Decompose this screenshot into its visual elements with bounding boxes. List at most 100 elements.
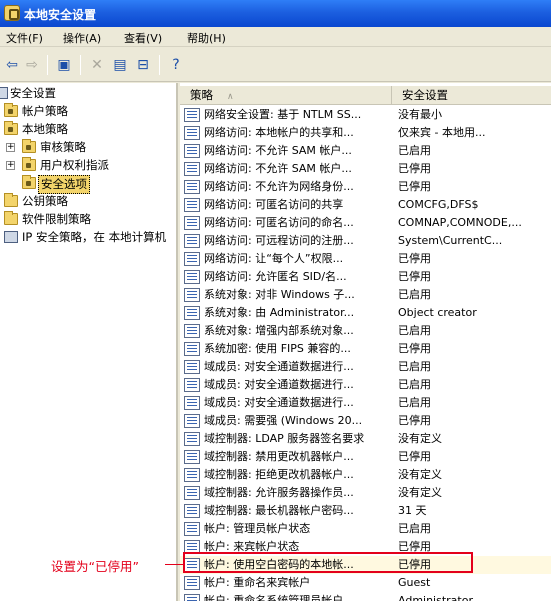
- tree-item-audit-policy[interactable]: + 审核策略: [6, 139, 176, 156]
- table-row[interactable]: 域控制器: 拒绝更改机器帐户... 没有定义: [180, 466, 551, 484]
- policy-setting: 已启用: [398, 144, 431, 157]
- help-icon[interactable]: ?: [166, 56, 186, 74]
- table-row[interactable]: 域成员: 需要强 (Windows 20... 已停用: [180, 412, 551, 430]
- table-row[interactable]: 域成员: 对安全通道数据进行... 已启用: [180, 358, 551, 376]
- policy-name: 网络访问: 可远程访问的注册...: [204, 234, 354, 247]
- tree-item-label: 软件限制策略: [22, 212, 91, 226]
- policy-setting: 已停用: [398, 342, 431, 355]
- folder-lock-icon: [4, 121, 18, 135]
- column-header-setting[interactable]: 安全设置: [392, 86, 551, 105]
- policy-name: 系统对象: 增强内部系统对象...: [204, 324, 354, 337]
- title-bar[interactable]: 本地安全设置: [0, 0, 551, 27]
- policy-name: 域成员: 对安全通道数据进行...: [204, 360, 354, 373]
- table-row[interactable]: 网络访问: 让“每个人”权限... 已停用: [180, 250, 551, 268]
- policy-setting: 已停用: [398, 162, 431, 175]
- list-header: 策略 ∧ 安全设置: [180, 86, 551, 105]
- back-icon[interactable]: ⇦: [2, 56, 22, 74]
- expand-icon[interactable]: +: [6, 143, 15, 152]
- policy-setting: 仅来宾 - 本地用...: [398, 126, 486, 139]
- table-row[interactable]: 帐户: 重命名系统管理员帐户 Administrator: [180, 592, 551, 601]
- policy-icon: [184, 504, 200, 518]
- policy-setting: 已启用: [398, 360, 431, 373]
- policy-setting: Object creator: [398, 306, 477, 319]
- computer-icon: [0, 87, 8, 99]
- folder-icon: [22, 139, 36, 153]
- tree-item-label: 安全选项: [38, 175, 90, 194]
- table-row[interactable]: 帐户: 重命名来宾帐户 Guest: [180, 574, 551, 592]
- table-row[interactable]: 帐户: 管理员帐户状态 已启用: [180, 520, 551, 538]
- column-header-policy[interactable]: 策略 ∧: [180, 86, 392, 105]
- table-row[interactable]: 网络访问: 不允许为网络身份... 已停用: [180, 178, 551, 196]
- tree-item-user-rights[interactable]: + 用户权利指派: [6, 157, 176, 174]
- policy-icon: [184, 396, 200, 410]
- policy-list: 策略 ∧ 安全设置 网络安全设置: 基于 NTLM SS... 没有最小网络访问: …: [180, 83, 551, 601]
- menu-bar: 文件(F) 操作(A) 查看(V) 帮助(H): [0, 27, 551, 47]
- table-row[interactable]: 网络访问: 允许匿名 SID/名... 已停用: [180, 268, 551, 286]
- folder-icon: [4, 193, 18, 207]
- menu-view[interactable]: 查看(V): [124, 30, 162, 46]
- table-row[interactable]: 系统加密: 使用 FIPS 兼容的... 已停用: [180, 340, 551, 358]
- policy-setting: 没有定义: [398, 468, 442, 481]
- menu-action[interactable]: 操作(A): [63, 30, 101, 46]
- policy-icon: [184, 288, 200, 302]
- policy-name: 域控制器: 禁用更改机器帐户...: [204, 450, 354, 463]
- menu-help[interactable]: 帮助(H): [187, 30, 226, 46]
- tree-item-security-options[interactable]: 安全选项: [22, 175, 172, 194]
- tree-item-label: IP 安全策略，在 本地计算机: [22, 230, 167, 244]
- table-row[interactable]: 网络访问: 本地帐户的共享和... 仅来宾 - 本地用...: [180, 124, 551, 142]
- policy-name: 网络访问: 可匿名访问的共享: [204, 198, 344, 211]
- folder-lock-icon: [4, 103, 18, 117]
- table-row[interactable]: 域成员: 对安全通道数据进行... 已启用: [180, 394, 551, 412]
- window-title: 本地安全设置: [24, 8, 97, 22]
- up-folder-icon[interactable]: ▣: [54, 56, 74, 74]
- expand-icon[interactable]: +: [6, 161, 15, 170]
- table-row[interactable]: 域控制器: 最长机器帐户密码... 31 天: [180, 502, 551, 520]
- export-icon[interactable]: ⊟: [133, 56, 153, 74]
- table-row[interactable]: 系统对象: 增强内部系统对象... 已启用: [180, 322, 551, 340]
- table-row[interactable]: 网络访问: 可远程访问的注册... System\CurrentC...: [180, 232, 551, 250]
- table-row[interactable]: 系统对象: 由 Administrator... Object creator: [180, 304, 551, 322]
- policy-name: 网络访问: 不允许 SAM 帐户...: [204, 144, 352, 157]
- table-row[interactable]: 网络安全设置: 基于 NTLM SS... 没有最小: [180, 106, 551, 124]
- table-row[interactable]: 域控制器: 禁用更改机器帐户... 已停用: [180, 448, 551, 466]
- policy-name: 系统加密: 使用 FIPS 兼容的...: [204, 342, 351, 355]
- table-row[interactable]: 域成员: 对安全通道数据进行... 已启用: [180, 376, 551, 394]
- policy-setting: 已启用: [398, 522, 431, 535]
- table-row[interactable]: 网络访问: 可匿名访问的共享 COMCFG,DFS$: [180, 196, 551, 214]
- column-header-label: 策略: [190, 88, 213, 102]
- policy-icon: [184, 162, 200, 176]
- menu-file[interactable]: 文件(F): [6, 30, 43, 46]
- table-row[interactable]: 域控制器: 允许服务器操作员... 没有定义: [180, 484, 551, 502]
- policy-setting: 已停用: [398, 270, 431, 283]
- security-settings-icon: [4, 5, 20, 21]
- policy-icon: [184, 576, 200, 590]
- policy-setting: 已启用: [398, 378, 431, 391]
- table-row[interactable]: 系统对象: 对非 Windows 子... 已启用: [180, 286, 551, 304]
- table-row[interactable]: 网络访问: 不允许 SAM 帐户... 已停用: [180, 160, 551, 178]
- policy-name: 系统对象: 由 Administrator...: [204, 306, 355, 319]
- table-row[interactable]: 网络访问: 可匿名访问的命名... COMNAP,COMNODE,...: [180, 214, 551, 232]
- policy-setting: 没有最小: [398, 108, 442, 121]
- policy-icon: [184, 216, 200, 230]
- policy-name: 网络访问: 不允许为网络身份...: [204, 180, 354, 193]
- policy-icon: [184, 468, 200, 482]
- table-row[interactable]: 网络访问: 不允许 SAM 帐户... 已启用: [180, 142, 551, 160]
- tree-item-label: 用户权利指派: [40, 158, 109, 172]
- policy-icon: [184, 306, 200, 320]
- policy-icon: [184, 252, 200, 266]
- policy-name: 帐户: 重命名系统管理员帐户: [204, 594, 344, 601]
- policy-name: 域成员: 对安全通道数据进行...: [204, 396, 354, 409]
- table-row[interactable]: 域控制器: LDAP 服务器签名要求 没有定义: [180, 430, 551, 448]
- policy-name: 网络访问: 可匿名访问的命名...: [204, 216, 354, 229]
- policy-setting: 没有定义: [398, 486, 442, 499]
- tree-item-label: 本地策略: [22, 122, 68, 136]
- tree-item-label: 安全设置: [10, 86, 56, 100]
- delete-icon[interactable]: ✕: [87, 56, 107, 74]
- policy-icon: [184, 198, 200, 212]
- properties-icon[interactable]: ▤: [110, 56, 130, 74]
- policy-icon: [184, 450, 200, 464]
- folder-icon: [22, 175, 36, 189]
- policy-icon: [184, 342, 200, 356]
- forward-icon[interactable]: ⇨: [22, 56, 42, 74]
- policy-name: 网络安全设置: 基于 NTLM SS...: [204, 108, 362, 121]
